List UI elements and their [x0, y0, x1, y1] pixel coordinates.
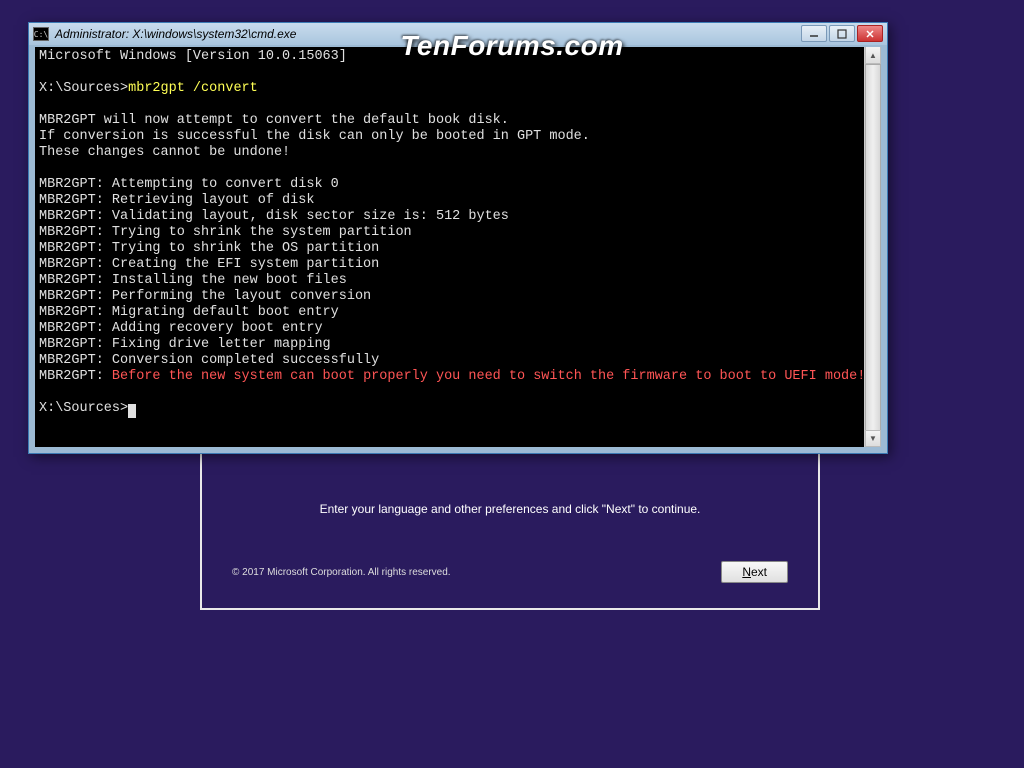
- output-line: MBR2GPT: Fixing drive letter mapping: [39, 337, 331, 352]
- output-line: MBR2GPT: Validating layout, disk sector …: [39, 209, 509, 224]
- scroll-thumb[interactable]: [865, 64, 881, 434]
- output-line: MBR2GPT will now attempt to convert the …: [39, 113, 509, 128]
- output-line: MBR2GPT: Migrating default boot entry: [39, 305, 339, 320]
- watermark-text: TenForums.com: [400, 30, 623, 62]
- setup-instruction-text: Enter your language and other preference…: [232, 502, 788, 516]
- terminal-output[interactable]: Microsoft Windows [Version 10.0.15063] X…: [35, 47, 881, 447]
- output-line: MBR2GPT: Trying to shrink the OS partiti…: [39, 241, 379, 256]
- output-line: MBR2GPT:: [39, 369, 112, 384]
- command-input: mbr2gpt /convert: [128, 81, 258, 96]
- close-button[interactable]: [857, 25, 883, 42]
- output-line: Microsoft Windows [Version 10.0.15063]: [39, 49, 347, 64]
- scroll-down-button[interactable]: ▼: [865, 430, 881, 447]
- maximize-button[interactable]: [829, 25, 855, 42]
- prompt-path: X:\Sources>: [39, 401, 128, 416]
- output-line: MBR2GPT: Attempting to convert disk 0: [39, 177, 339, 192]
- cursor: [128, 404, 136, 418]
- scroll-up-button[interactable]: ▲: [865, 47, 881, 64]
- output-line: MBR2GPT: Conversion completed successful…: [39, 353, 379, 368]
- minimize-button[interactable]: [801, 25, 827, 42]
- warning-text: Before the new system can boot properly …: [112, 369, 865, 384]
- output-line: MBR2GPT: Installing the new boot files: [39, 273, 347, 288]
- output-line: MBR2GPT: Trying to shrink the system par…: [39, 225, 412, 240]
- output-line: These changes cannot be undone!: [39, 145, 290, 160]
- cmd-icon: C:\: [33, 27, 49, 41]
- copyright-text: © 2017 Microsoft Corporation. All rights…: [232, 567, 451, 578]
- output-line: MBR2GPT: Performing the layout conversio…: [39, 289, 371, 304]
- output-line: MBR2GPT: Creating the EFI system partiti…: [39, 257, 379, 272]
- next-button[interactable]: Next: [721, 561, 788, 583]
- vertical-scrollbar[interactable]: ▲ ▼: [864, 47, 881, 447]
- prompt-path: X:\Sources>: [39, 81, 128, 96]
- output-line: MBR2GPT: Adding recovery boot entry: [39, 321, 323, 336]
- output-line: MBR2GPT: Retrieving layout of disk: [39, 193, 314, 208]
- output-line: If conversion is successful the disk can…: [39, 129, 590, 144]
- cmd-window: C:\ Administrator: X:\windows\system32\c…: [28, 22, 888, 454]
